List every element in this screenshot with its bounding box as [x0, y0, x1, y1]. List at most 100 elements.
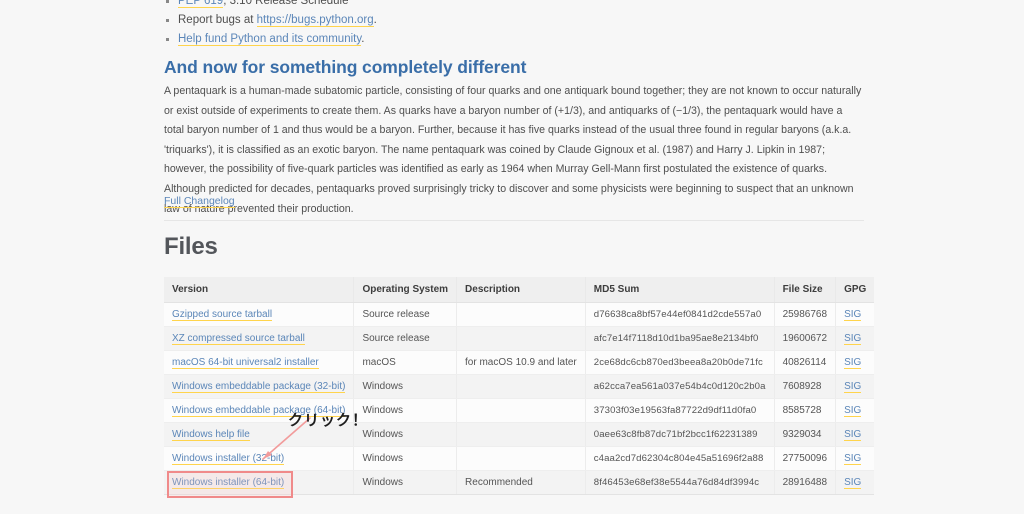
cell-gpg: SIG — [835, 350, 875, 375]
release-link[interactable]: PEP 619 — [178, 0, 224, 8]
cell-description: Recommended — [456, 470, 586, 495]
cell-gpg: SIG — [835, 446, 875, 471]
cell-gpg: SIG — [835, 398, 875, 423]
gpg-signature-link[interactable]: SIG — [844, 309, 862, 321]
gpg-signature-link[interactable]: SIG — [844, 405, 862, 417]
download-target: XZ compressed source tarball — [172, 333, 305, 345]
cell-md5-sum: 8f46453e68ef38e5544a76d84df3994c — [585, 470, 775, 495]
release-link[interactable]: https://bugs.python.org — [256, 14, 374, 27]
cell-md5-sum: afc7e14f7118d10d1ba95ae8e2134bf0 — [585, 326, 775, 351]
download-target: Windows embeddable package (32-bit) — [172, 381, 346, 393]
gpg-signature-link[interactable]: SIG — [844, 429, 862, 441]
table-header-row: Version Operating System Description MD5… — [164, 277, 875, 303]
table-row: Windows help file Windows 0aee63c8fb87dc71… — [164, 422, 875, 447]
cell-file-size: 40826114 — [774, 350, 837, 375]
section-divider — [164, 220, 864, 221]
column-header-gpg: GPG — [835, 277, 875, 303]
cell-file-size: 25986768 — [774, 302, 837, 327]
table-row: macOS 64-bit universal2 installer macOS fo… — [164, 350, 875, 375]
files-table-body: Gzipped source tarball Source release d766… — [164, 302, 875, 498]
release-link-item: Report bugs at https://bugs.python.org. — [164, 11, 864, 30]
cell-operating-system: Windows — [353, 446, 458, 471]
download-target: Windows installer (32-bit) — [172, 453, 285, 465]
bullet-prefix-text: Report bugs at — [178, 14, 257, 26]
column-header-md5: MD5 Sum — [585, 277, 775, 303]
cell-md5-sum: 2ce68dc6cb870ed3beea8a20b0de71fc — [585, 350, 775, 375]
cell-version: XZ compressed source tarball — [164, 326, 355, 351]
python-downloads-page: PEP 619, 3.10 Release Schedule Report bug… — [0, 0, 1024, 514]
cell-md5-sum: d76638ca8bf57e44ef0841d2cde557a0 — [585, 302, 775, 327]
table-row: Windows embeddable package (64-bit) Windo… — [164, 398, 875, 423]
cell-file-size: 7608928 — [774, 374, 837, 399]
cell-description — [456, 422, 586, 447]
table-row: Windows installer (64-bit) Windows Recomme… — [164, 470, 875, 498]
cell-description — [456, 326, 586, 351]
download-link[interactable]: XZ compressed source tarball — [172, 333, 305, 345]
download-link[interactable]: Gzipped source tarball — [172, 309, 273, 321]
cell-gpg: SIG — [835, 302, 875, 327]
cell-version: Windows embeddable package (32-bit) — [164, 374, 355, 399]
full-changelog-link[interactable]: Full Changelog — [164, 195, 235, 208]
cell-operating-system: Source release — [353, 326, 458, 351]
cell-md5-sum: c4aa2cd7d62304c804e45a51696f2a88 — [585, 446, 775, 471]
table-row: XZ compressed source tarball Source relea… — [164, 326, 875, 351]
section-heading: And now for something completely differe… — [164, 57, 527, 77]
download-target: Windows help file — [172, 429, 250, 441]
section-paragraph: A pentaquark is a human-made subatomic p… — [164, 85, 862, 215]
cell-operating-system: Windows — [353, 398, 458, 423]
column-header-filesize: File Size — [774, 277, 837, 303]
cell-operating-system: Windows — [353, 374, 458, 399]
cell-version: Windows installer (32-bit) — [164, 446, 355, 471]
download-target: Gzipped source tarball — [172, 309, 273, 321]
gpg-signature-link[interactable]: SIG — [844, 477, 862, 489]
gpg-signature-link[interactable]: SIG — [844, 381, 862, 393]
gpg-signature-link[interactable]: SIG — [844, 333, 862, 345]
files-table-wrapper: Version Operating System Description MD5… — [164, 277, 875, 498]
gpg-signature-link[interactable]: SIG — [844, 453, 862, 465]
cell-operating-system: macOS — [353, 350, 458, 375]
table-row: Windows embeddable package (32-bit) Windo… — [164, 374, 875, 399]
column-header-description: Description — [456, 277, 586, 303]
cell-version: Gzipped source tarball — [164, 302, 355, 327]
download-link[interactable]: Windows installer (32-bit) — [172, 453, 285, 465]
cell-md5-sum: a62cca7ea561a037e54b4c0d120c2b0a — [585, 374, 775, 399]
files-table-header: Version Operating System Description MD5… — [164, 277, 875, 303]
bullet-suffix-text: . — [361, 33, 365, 45]
release-link[interactable]: Help fund Python and its community — [178, 33, 362, 46]
annotation-label: クリック！ — [288, 411, 369, 429]
cell-description: for macOS 10.9 and later — [456, 350, 586, 375]
cell-description — [456, 398, 586, 423]
table-row: Windows installer (32-bit) Windows c4aa2cd… — [164, 446, 875, 471]
cell-description — [456, 302, 586, 327]
files-heading: Files — [164, 233, 218, 260]
column-header-version: Version — [164, 277, 355, 303]
bullet-suffix-text: . — [373, 14, 377, 26]
cell-gpg: SIG — [835, 374, 875, 399]
cell-version: Windows installer (64-bit) — [164, 470, 355, 498]
cell-file-size: 28916488 — [774, 470, 837, 495]
cell-description — [456, 374, 586, 399]
cell-operating-system: Windows — [353, 470, 458, 495]
gpg-signature-link[interactable]: SIG — [844, 357, 862, 369]
bullet-suffix-text: , 3.10 Release Schedule — [223, 0, 349, 7]
download-link[interactable]: macOS 64-bit universal2 installer — [172, 357, 319, 369]
cell-gpg: SIG — [835, 470, 875, 495]
highlighted-download-target: Windows installer (64-bit) — [166, 471, 294, 498]
download-link[interactable]: Windows embeddable package (32-bit) — [172, 381, 346, 393]
cell-md5-sum: 37303f03e19563fa87722d9df11d0fa0 — [585, 398, 775, 423]
cell-operating-system: Source release — [353, 302, 458, 327]
cell-gpg: SIG — [835, 326, 875, 351]
cell-version: macOS 64-bit universal2 installer — [164, 350, 355, 375]
release-link-item: PEP 619, 3.10 Release Schedule — [164, 0, 864, 11]
download-link[interactable]: Windows installer (64-bit) — [172, 477, 285, 489]
table-row: Gzipped source tarball Source release d766… — [164, 302, 875, 327]
files-table: Version Operating System Description MD5… — [164, 277, 875, 498]
cell-file-size: 19600672 — [774, 326, 837, 351]
cell-file-size: 9329034 — [774, 422, 837, 447]
cell-gpg: SIG — [835, 422, 875, 447]
release-link-item: Help fund Python and its community. — [164, 30, 864, 49]
release-links-list: PEP 619, 3.10 Release Schedule Report bug… — [164, 0, 864, 49]
cell-file-size: 8585728 — [774, 398, 837, 423]
cell-description — [456, 446, 586, 471]
download-link[interactable]: Windows help file — [172, 429, 250, 441]
